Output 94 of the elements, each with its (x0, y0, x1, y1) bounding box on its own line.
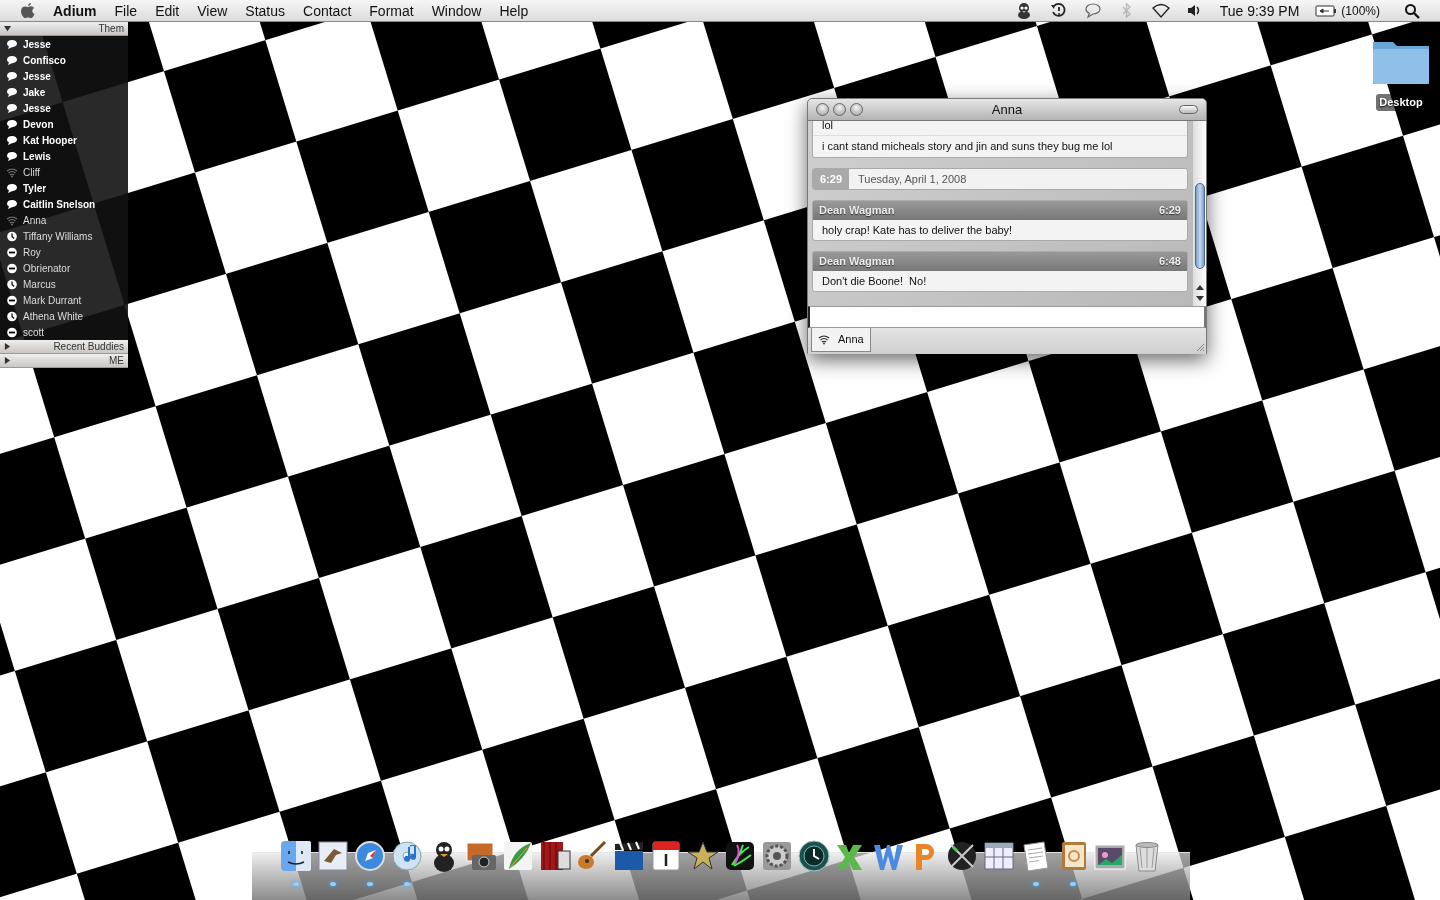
apple-icon[interactable] (20, 1, 36, 20)
timestamp: 6:48 (1158, 254, 1181, 269)
menu-item[interactable]: View (188, 0, 237, 22)
buddy-row[interactable]: Jake (0, 84, 128, 100)
menu-item[interactable]: Help (490, 0, 538, 22)
group-header[interactable]: Them (0, 22, 128, 36)
clock-arrow-icon[interactable] (1049, 2, 1068, 19)
resize-grip-icon[interactable] (1195, 342, 1205, 352)
group-label: Them (98, 22, 124, 36)
buddy-row[interactable]: Jesse (0, 36, 128, 52)
buddy-row[interactable]: Tiffany Williams (0, 228, 128, 244)
message-input[interactable] (808, 306, 1206, 328)
speech-bubble-icon (6, 198, 18, 210)
message-text: lol (821, 121, 834, 133)
scroll-thumb[interactable] (1194, 183, 1205, 269)
message-text: holy crap! Kate has to deliver the baby! (821, 222, 1014, 238)
speech-bubble-icon[interactable] (1083, 2, 1102, 19)
minus-circle-icon (6, 246, 18, 258)
zoom-button[interactable] (850, 103, 863, 116)
buddy-row[interactable]: Jesse (0, 100, 128, 116)
buddy-row[interactable]: Cliff (0, 164, 128, 180)
folder-label[interactable]: Desktop (1376, 94, 1426, 111)
minus-circle-icon (6, 294, 18, 306)
buddy-row[interactable]: Devon (0, 116, 128, 132)
sender-name: Dean Wagman (819, 254, 895, 269)
signal-icon (6, 214, 18, 226)
clock-icon[interactable] (796, 839, 831, 873)
menu-item[interactable]: Window (422, 0, 491, 22)
buddy-row[interactable]: Confisco (0, 52, 128, 68)
buddy-row[interactable]: Obrienator (0, 260, 128, 276)
group-header[interactable]: ME (0, 354, 128, 368)
group-header[interactable]: Recent Buddies (0, 340, 128, 354)
compass-icon[interactable] (352, 839, 387, 873)
scrollbar[interactable] (1192, 121, 1206, 306)
star-icon[interactable] (685, 839, 720, 873)
window-grid-icon[interactable] (981, 839, 1016, 873)
speech-bubble-icon (6, 134, 18, 146)
toolbar-toggle-button[interactable] (1179, 105, 1198, 114)
menu-item[interactable]: Status (236, 0, 295, 22)
speech-bubble-icon (6, 102, 18, 114)
window-title: Anna (991, 100, 1023, 119)
buddy-row[interactable]: Mark Durrant (0, 292, 128, 308)
clock-icon (6, 278, 18, 290)
clock-icon (6, 230, 18, 242)
disclosure-triangle-icon[interactable] (4, 25, 11, 32)
sender-name: Dean Wagman (819, 203, 895, 218)
message-text: Don't die Boone! No! (821, 273, 928, 289)
message-text: i cant stand micheals story and jin and suns they bug me lol (813, 135, 1187, 157)
buddy-row[interactable]: Marcus (0, 276, 128, 292)
signal-icon (6, 166, 18, 178)
buddy-row[interactable]: Athena White (0, 308, 128, 324)
buddy-row[interactable]: scott (0, 324, 128, 340)
face-icon[interactable] (278, 839, 313, 873)
scroll-arrows-icon[interactable] (1195, 283, 1204, 303)
menu-item[interactable]: File (105, 0, 147, 22)
close-button[interactable] (816, 103, 829, 116)
menu-item[interactable]: Edit (146, 0, 189, 22)
buddy-row[interactable]: Kat Hooper (0, 132, 128, 148)
menu-item[interactable]: Format (360, 0, 423, 22)
buddy-row[interactable]: Tyler (0, 180, 128, 196)
group-label: ME (109, 354, 124, 368)
wifi-icon[interactable] (1151, 2, 1170, 19)
buddy-row[interactable]: Anna (0, 212, 128, 228)
menu-clock[interactable]: Tue 9:39 PM (1219, 0, 1300, 22)
timestamp: 6:29 (1158, 203, 1181, 218)
speech-bubble-icon (6, 54, 18, 66)
minus-circle-icon (6, 326, 18, 338)
speech-bubble-icon (6, 70, 18, 82)
battery-percentage[interactable]: (100%) (1341, 1, 1380, 20)
clock-icon (6, 310, 18, 322)
disclosure-triangle-icon[interactable] (4, 357, 11, 364)
signal-icon (818, 333, 830, 345)
buddy-row[interactable]: Caitlin Snelson (0, 196, 128, 212)
speech-bubble-icon (6, 150, 18, 162)
tab-label: Anna (838, 332, 864, 347)
speech-bubble-icon (6, 38, 18, 50)
music-disc-icon[interactable] (389, 839, 424, 873)
buddy-row[interactable]: Jesse (0, 68, 128, 84)
buddy-row[interactable]: Lewis (0, 148, 128, 164)
buddy-row[interactable]: Roy (0, 244, 128, 260)
minimize-button[interactable] (833, 103, 846, 116)
menu-item[interactable]: Contact (294, 0, 361, 22)
chat-tab[interactable]: Anna (811, 328, 871, 352)
timestamp: 6:29 (813, 168, 850, 189)
date-label: Tuesday, April 1, 2008 (857, 171, 968, 187)
battery-icon[interactable] (1315, 4, 1338, 17)
speech-bubble-icon (6, 182, 18, 194)
group-label: Recent Buddies (53, 340, 124, 354)
speech-bubble-icon (6, 118, 18, 130)
speech-bubble-icon (6, 86, 18, 98)
minus-circle-icon (6, 262, 18, 274)
search-icon[interactable] (1404, 2, 1420, 19)
app-menu[interactable]: Adium (44, 0, 106, 22)
disclosure-triangle-icon[interactable] (4, 343, 11, 350)
